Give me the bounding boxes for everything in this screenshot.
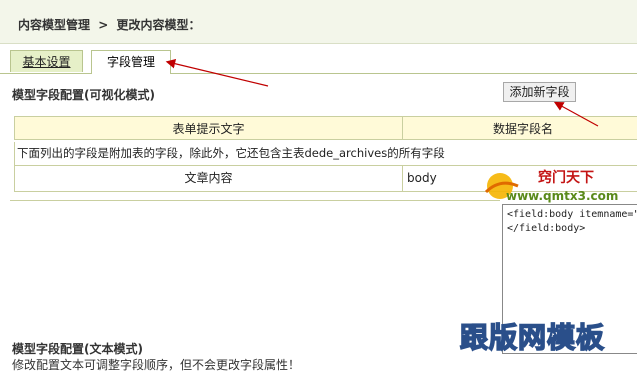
annotation-arrows: [0, 0, 637, 368]
annotation-arrow-button: [556, 103, 598, 126]
annotation-arrow-tab: [168, 62, 268, 86]
